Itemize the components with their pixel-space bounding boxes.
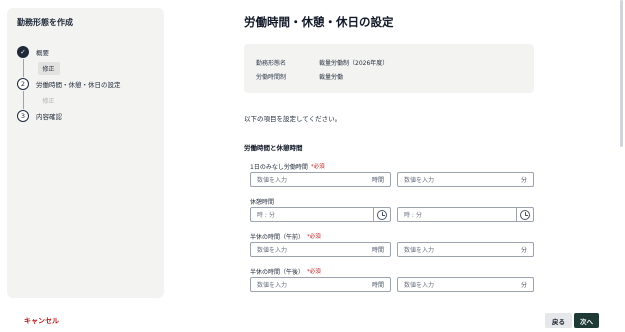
hours-input[interactable]: 数値を入力 時間 (250, 277, 391, 292)
clock-icon[interactable] (520, 209, 530, 220)
break-start-time-input[interactable]: 時 : 分 (250, 207, 391, 222)
unit-label: 時間 (371, 282, 384, 289)
minutes-input[interactable]: 数値を入力 分 (397, 172, 534, 187)
daily-deemed-hours-field: 1日のみなし労働時間 *必須 数値を入力 時間 数値を入力 分 (250, 161, 534, 187)
input-placeholder: 時 : 分 (404, 212, 422, 219)
field-inputs: 時 : 分 時 : 分 (250, 207, 534, 222)
clock-wrap (373, 208, 387, 221)
unit-label: 時間 (371, 177, 384, 184)
field-label-row: 半休の時間（午前） *必須 (250, 231, 534, 241)
input-placeholder: 数値を入力 (257, 177, 288, 184)
hours-input[interactable]: 数値を入力 時間 (250, 242, 391, 257)
field-label: 休憩時間 (250, 198, 275, 206)
required-mark: *必須 (307, 234, 321, 240)
summary-label: 勤務形態名 (256, 59, 287, 67)
steps-sidebar: 勤務形態を作成 ✓ 概要 修正 2 労働時間・休憩・休日の設定 修正 3 内容確… (7, 8, 164, 298)
step-connector: 修正 (22, 59, 155, 77)
input-placeholder: 数値を入力 (404, 247, 435, 254)
summary-box: 勤務形態名 裁量労働制（2026年度） 労働時間制 裁量労働 (244, 44, 534, 93)
clock-icon[interactable] (377, 209, 387, 220)
input-placeholder: 数値を入力 (257, 247, 288, 254)
next-button[interactable]: 次へ (574, 313, 599, 328)
step-confirm: 3 内容確認 (17, 109, 154, 123)
sidebar-title: 勤務形態を作成 (17, 18, 73, 27)
field-label: 半休の時間（午後） (250, 268, 305, 276)
required-mark: *必須 (310, 164, 325, 170)
unit-label: 分 (520, 247, 527, 254)
check-icon: ✓ (17, 46, 29, 58)
step-number: 2 (17, 78, 29, 90)
unit-label: 時間 (371, 247, 384, 254)
field-label-row: 1日のみなし労働時間 *必須 (250, 161, 534, 171)
field-inputs: 数値を入力 時間 数値を入力 分 (250, 277, 534, 292)
step-number: 3 (17, 110, 29, 122)
edit-working-hours-button: 修正 (38, 94, 60, 107)
step-label: 内容確認 (36, 113, 62, 121)
summary-row: 勤務形態名 裁量労働制（2026年度） (256, 55, 522, 69)
clock-wrap (516, 208, 530, 221)
input-placeholder: 時 : 分 (257, 212, 275, 219)
field-label-row: 休憩時間 (250, 196, 534, 206)
instruction-text: 以下の項目を設定してください。 (244, 115, 342, 123)
step-label: 労働時間・休憩・休日の設定 (36, 81, 121, 89)
field-label: 半休の時間（午前） (250, 233, 305, 241)
summary-value: 裁量労働制（2026年度） (319, 59, 389, 67)
step-working-hours: 2 労働時間・休憩・休日の設定 (17, 77, 154, 91)
required-mark: *必須 (307, 269, 321, 275)
hours-input[interactable]: 数値を入力 時間 (250, 172, 391, 187)
summary-value: 裁量労働 (319, 73, 344, 81)
field-inputs: 数値を入力 時間 数値を入力 分 (250, 172, 534, 187)
minutes-input[interactable]: 数値を入力 分 (397, 277, 534, 292)
input-placeholder: 数値を入力 (404, 282, 435, 289)
step-connector: 修正 (22, 91, 155, 109)
unit-label: 分 (520, 282, 527, 289)
half-day-am-field: 半休の時間（午前） *必須 数値を入力 時間 数値を入力 分 (250, 231, 534, 257)
field-inputs: 数値を入力 時間 数値を入力 分 (250, 242, 534, 257)
field-label-row: 半休の時間（午後） *必須 (250, 266, 534, 276)
summary-row: 労働時間制 裁量労働 (256, 69, 522, 83)
step-overview: ✓ 概要 (17, 45, 154, 59)
input-placeholder: 数値を入力 (404, 177, 435, 184)
back-button[interactable]: 戻る (545, 313, 572, 328)
break-end-time-input[interactable]: 時 : 分 (397, 207, 534, 222)
cancel-button[interactable]: キャンセル (24, 316, 59, 326)
scrollbar[interactable] (620, 0, 623, 147)
edit-overview-button[interactable]: 修正 (37, 61, 60, 75)
input-placeholder: 数値を入力 (257, 282, 288, 289)
unit-label: 分 (520, 177, 527, 184)
step-label: 概要 (36, 49, 49, 57)
field-label: 1日のみなし労働時間 (250, 163, 308, 171)
page-title: 労働時間・休憩・休日の設定 (244, 15, 394, 29)
minutes-input[interactable]: 数値を入力 分 (397, 242, 534, 257)
section-title: 労働時間と休憩時間 (244, 144, 303, 152)
summary-label: 労働時間制 (256, 73, 287, 81)
break-time-field: 休憩時間 時 : 分 時 : 分 (250, 196, 534, 222)
half-day-pm-field: 半休の時間（午後） *必須 数値を入力 時間 数値を入力 分 (250, 266, 534, 292)
